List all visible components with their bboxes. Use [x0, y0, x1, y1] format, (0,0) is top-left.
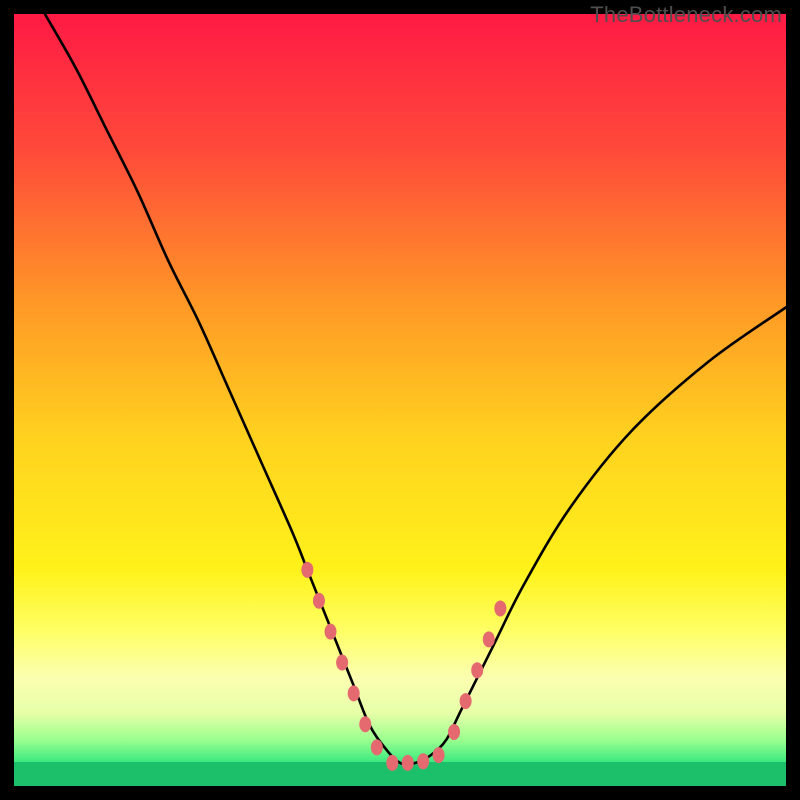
curve-marker [494, 600, 506, 616]
curve-marker [402, 755, 414, 771]
gradient-background [14, 14, 786, 786]
bottleneck-chart [14, 14, 786, 786]
green-floor-band [14, 762, 786, 786]
curve-marker [371, 739, 383, 755]
curve-marker [359, 716, 371, 732]
watermark: TheBottleneck.com [590, 2, 782, 28]
chart-frame [14, 14, 786, 786]
curve-marker [348, 685, 360, 701]
curve-marker [386, 755, 398, 771]
curve-marker [417, 753, 429, 769]
curve-marker [336, 654, 348, 670]
curve-marker [433, 747, 445, 763]
curve-marker [325, 624, 337, 640]
curve-marker [460, 693, 472, 709]
curve-marker [483, 631, 495, 647]
curve-marker [471, 662, 483, 678]
curve-marker [313, 593, 325, 609]
curve-marker [448, 724, 460, 740]
curve-marker [301, 562, 313, 578]
